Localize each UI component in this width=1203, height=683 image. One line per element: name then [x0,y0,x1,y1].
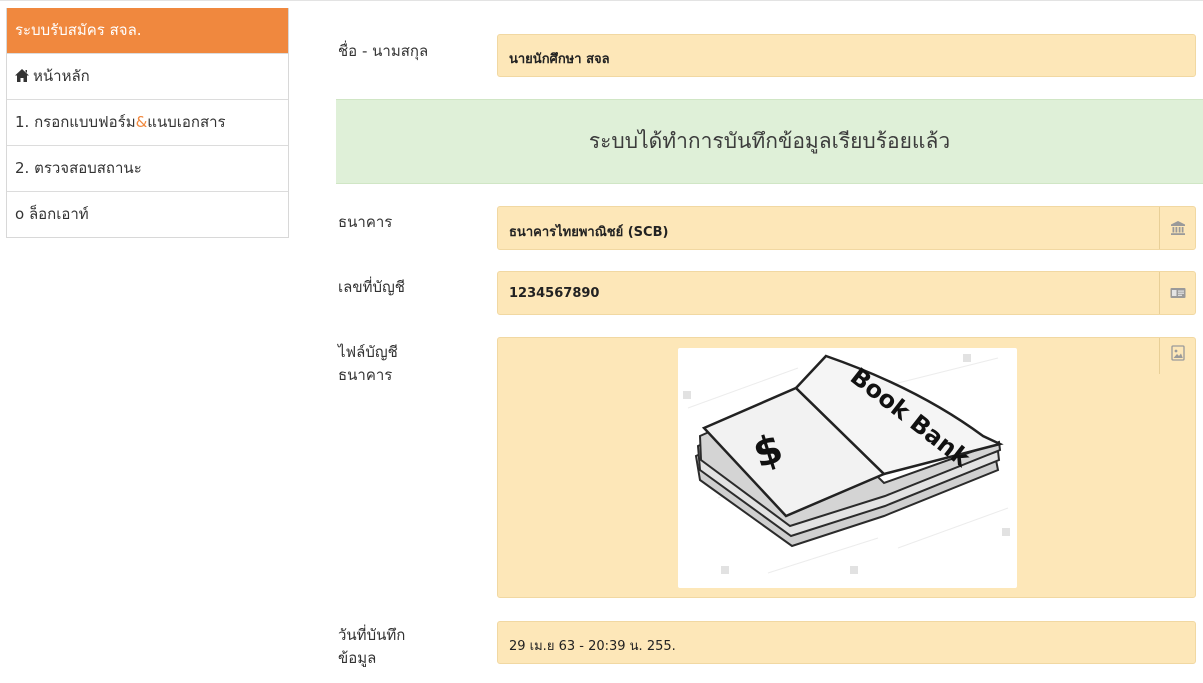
book-bank-image: $ Book Bank [683,354,1010,574]
account-label: เลขที่บัญชี [338,278,405,296]
file-label-line1: ไฟล์บัญชี [338,343,398,361]
sidebar-item-home[interactable]: หน้าหลัก [7,53,288,99]
date-label: วันที่บันทึก ข้อมูล [338,624,478,670]
bank-addon [1159,207,1195,249]
bank-book-file-field[interactable]: $ Book Bank [497,337,1196,598]
sidebar-header[interactable]: ระบบรับสมัคร สจล. [7,8,288,53]
sidebar-item-attach-label: แนบเอกสาร [147,113,226,131]
date-label-line2: ข้อมูล [338,649,377,667]
success-alert: ระบบได้ทำการบันทึกข้อมูลเรียบร้อยแล้ว [336,99,1203,184]
account-addon [1159,272,1195,314]
sidebar-item-check-status[interactable]: 2. ตรวจสอบสถานะ [7,145,288,191]
account-value: 1234567890 [509,286,600,301]
ampersand-accent: & [135,113,148,131]
name-field[interactable]: นายนักศึกษา สจล [497,34,1196,77]
name-value: นายนักศึกษา สจล [509,52,610,67]
file-label-line2: ธนาคาร [338,366,393,384]
name-label: ชื่อ - นามสกุล [338,42,429,60]
file-addon [1159,338,1195,374]
date-value: 29 เม.ย 63 - 20:39 น. 255. [509,639,676,654]
bank-value: ธนาคารไทยพาณิชย์ (SCB) [509,225,669,240]
bank-icon [1170,221,1185,235]
bank-field[interactable]: ธนาคารไทยพาณิชย์ (SCB) [497,206,1196,250]
sidebar-item-home-label: หน้าหลัก [33,67,90,85]
top-divider [0,0,1203,1]
sidebar-item-logout[interactable]: o ล็อกเอาท์ [7,191,288,237]
sidebar-item-form-attach[interactable]: 1. กรอกแบบฟอร์ม&แนบเอกสาร [7,99,288,145]
image-icon [1170,345,1185,361]
sidebar-item-logout-label: o ล็อกเอาท์ [15,205,89,223]
sidebar-item-status-label: 2. ตรวจสอบสถานะ [15,159,142,177]
date-label-line1: วันที่บันทึก [338,626,406,644]
account-number-field[interactable]: 1234567890 [497,271,1196,315]
record-date-field[interactable]: 29 เม.ย 63 - 20:39 น. 255. [497,621,1196,664]
sidebar-menu: ระบบรับสมัคร สจล. หน้าหลัก 1. กรอกแบบฟอร… [6,8,289,238]
home-icon [15,69,29,82]
id-card-icon [1170,288,1185,298]
success-message: ระบบได้ทำการบันทึกข้อมูลเรียบร้อยแล้ว [588,129,951,153]
bank-book-preview[interactable]: $ Book Bank [678,348,1017,588]
bank-label: ธนาคาร [338,213,393,231]
file-label: ไฟล์บัญชี ธนาคาร [338,341,478,387]
sidebar-item-form-label: 1. กรอกแบบฟอร์ม [15,113,136,131]
